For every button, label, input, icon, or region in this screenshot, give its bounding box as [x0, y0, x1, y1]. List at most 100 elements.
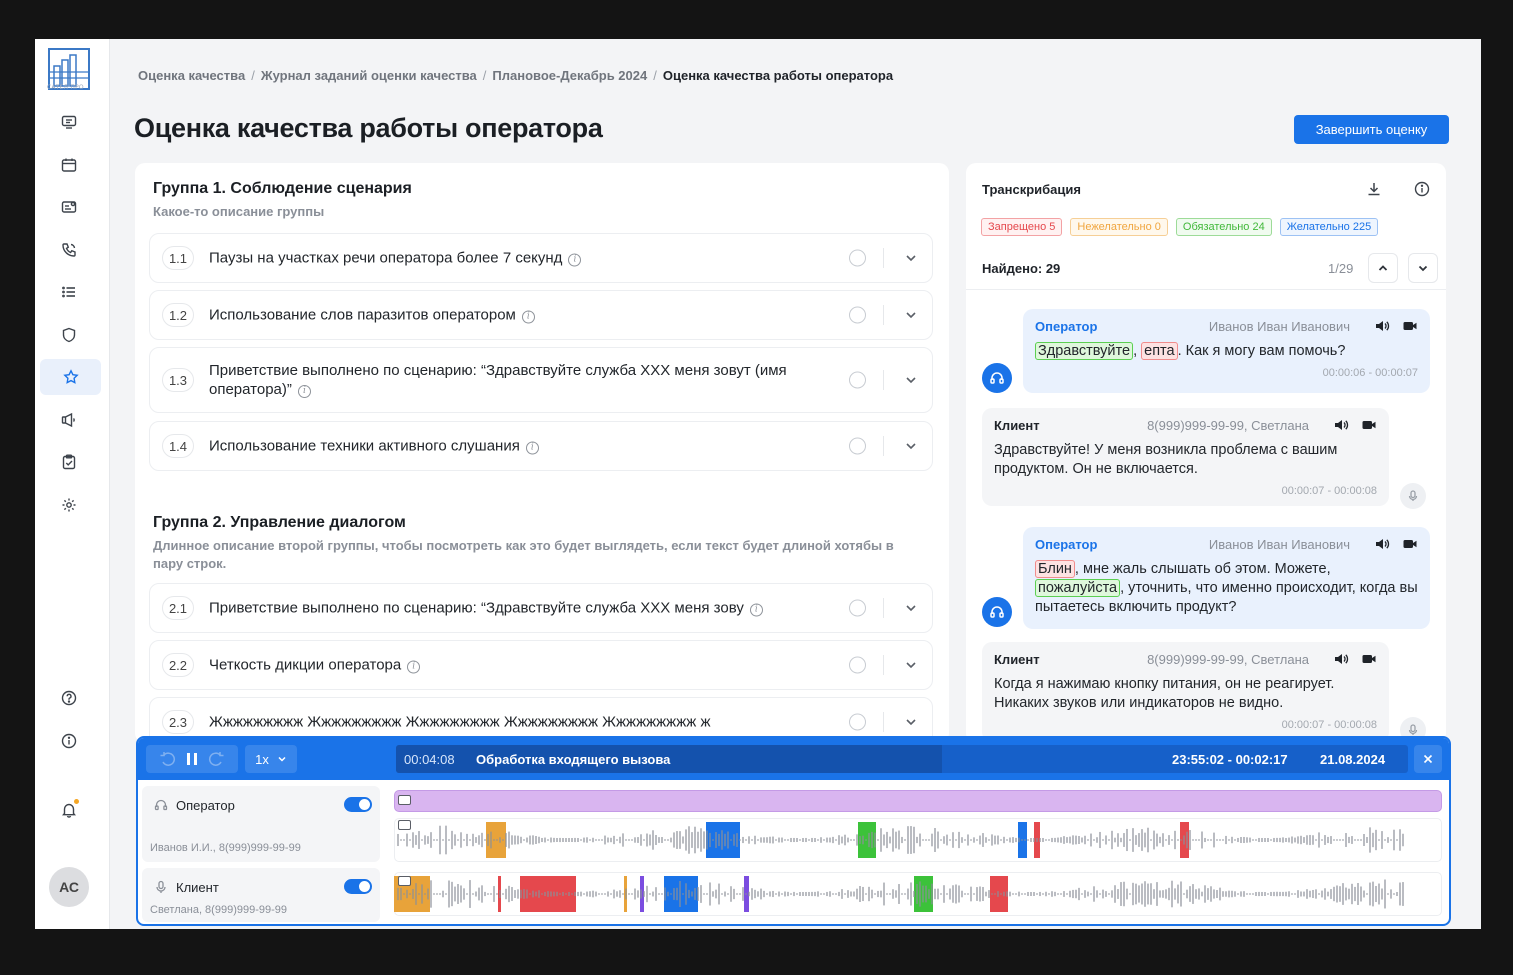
headset-icon: [990, 606, 1004, 618]
criterion-row[interactable]: 1.4 Использование техники активного слуш…: [149, 421, 933, 471]
tag-desirable[interactable]: Желательно 225: [1279, 218, 1379, 236]
criterion-number: 1.1: [162, 246, 194, 270]
info-icon[interactable]: i: [568, 253, 582, 267]
playback-timeline[interactable]: 00:04:08 Обработка входящего вызова 23:5…: [396, 745, 1408, 773]
criterion-radio[interactable]: [849, 437, 866, 455]
criterion-radio[interactable]: [849, 656, 866, 674]
criterion-text: Использование техники активного слушания…: [209, 437, 849, 456]
nav-list[interactable]: [55, 278, 83, 306]
waveform-highlight[interactable]: [858, 822, 876, 858]
message-text: Здравствуйте, епта. Как я могу вам помоч…: [1035, 342, 1418, 361]
highlight-forbidden[interactable]: епта: [1141, 342, 1178, 360]
tag-undesirable[interactable]: Нежелательно 0: [1070, 218, 1168, 236]
criterion-radio[interactable]: [849, 306, 866, 324]
nav-info[interactable]: [55, 727, 83, 755]
finish-evaluation-button[interactable]: Завершить оценку: [1294, 115, 1449, 144]
close-icon: [1423, 754, 1433, 764]
comment-chip[interactable]: [398, 795, 411, 805]
info-icon[interactable]: i: [297, 385, 311, 398]
chevron-down-icon[interactable]: [904, 658, 918, 672]
message-client: Клиент 8(999)999-99-99, Светлана Когда я…: [982, 642, 1389, 742]
divider: [966, 289, 1446, 290]
nav-calls[interactable]: [55, 236, 83, 264]
criterion-text: Использование слов паразитов оператором i: [209, 306, 849, 325]
video-icon[interactable]: [1402, 318, 1418, 334]
nav-quality[interactable]: [40, 359, 101, 395]
info-icon[interactable]: [1414, 181, 1430, 197]
pause-icon[interactable]: [186, 752, 198, 766]
notification-dot: [74, 799, 79, 804]
page-title: Оценка качества работы оператора: [134, 113, 603, 143]
close-player-button[interactable]: [1414, 745, 1442, 773]
nav-help[interactable]: [55, 684, 83, 712]
waveform-highlight[interactable]: [706, 822, 740, 858]
group-description: Какое-то описание группы: [153, 204, 325, 219]
comment-chip[interactable]: [398, 876, 411, 886]
forward-icon[interactable]: [206, 751, 226, 767]
speaker-icon[interactable]: [1374, 318, 1390, 334]
highlight-mandatory[interactable]: пожалуйста: [1035, 579, 1121, 597]
criterion-row[interactable]: 2.1 Приветствие выполнено по сценарию: “…: [149, 583, 933, 633]
nav-shield[interactable]: [55, 321, 83, 349]
criterion-row[interactable]: 1.3 Приветствие выполнено по сценарию: “…: [149, 347, 933, 413]
star-icon: [62, 369, 79, 384]
nav-calendar[interactable]: [55, 151, 83, 179]
speed-select[interactable]: 1x: [245, 745, 297, 773]
nav-monitor[interactable]: [55, 108, 83, 136]
operator-waveform[interactable]: [394, 820, 1442, 860]
lane-toggle[interactable]: [344, 879, 372, 894]
nav-tasks[interactable]: [55, 448, 83, 476]
video-icon[interactable]: [1361, 651, 1377, 667]
highlight-mandatory[interactable]: Здравствуйте: [1035, 342, 1134, 360]
criterion-row[interactable]: 1.2 Использование слов паразитов операто…: [149, 290, 933, 340]
chevron-down-icon[interactable]: [904, 373, 918, 387]
criterion-radio[interactable]: [849, 371, 866, 389]
info-icon[interactable]: i: [749, 603, 763, 617]
comment-chip[interactable]: [398, 820, 411, 830]
nav-cards[interactable]: [55, 193, 83, 221]
monitor-icon: [61, 115, 77, 129]
waveform-highlight[interactable]: [664, 876, 698, 912]
info-icon[interactable]: i: [525, 441, 539, 455]
criterion-radio[interactable]: [849, 249, 866, 267]
nav-settings[interactable]: [55, 491, 83, 519]
chevron-down-icon[interactable]: [904, 715, 918, 729]
info-icon: [61, 733, 77, 749]
waveform-highlight[interactable]: [990, 876, 1008, 912]
criterion-radio[interactable]: [849, 713, 866, 731]
breadcrumb-item[interactable]: Журнал заданий оценки качества: [261, 68, 477, 83]
lane-name: Клиент: [176, 880, 219, 895]
speaker-icon[interactable]: [1333, 651, 1349, 667]
breadcrumb-item[interactable]: Плановое-Декабрь 2024: [492, 68, 647, 83]
video-icon[interactable]: [1402, 536, 1418, 552]
chevron-down-icon[interactable]: [904, 308, 918, 322]
annotation-bar[interactable]: [394, 790, 1442, 812]
rewind-icon[interactable]: [158, 751, 178, 767]
nav-campaigns[interactable]: [55, 406, 83, 434]
chevron-down-icon[interactable]: [904, 601, 918, 615]
tag-mandatory[interactable]: Обязательно 24: [1175, 218, 1272, 236]
highlight-forbidden[interactable]: Блин: [1035, 560, 1075, 578]
info-icon[interactable]: i: [407, 660, 421, 674]
prev-match-button[interactable]: [1368, 253, 1398, 283]
lane-name: Оператор: [176, 798, 235, 813]
next-match-button[interactable]: [1408, 253, 1438, 283]
chevron-down-icon[interactable]: [904, 439, 918, 453]
chevron-down-icon[interactable]: [904, 251, 918, 265]
breadcrumb-item[interactable]: Оценка качества: [138, 68, 245, 83]
criterion-row[interactable]: 2.2 Четкость дикции оператора i: [149, 640, 933, 690]
download-icon[interactable]: [1366, 181, 1382, 197]
divider: [883, 248, 884, 268]
operator-avatar: [982, 363, 1012, 393]
speaker-icon[interactable]: [1333, 417, 1349, 433]
lane-toggle[interactable]: [344, 797, 372, 812]
client-waveform[interactable]: [394, 874, 1442, 914]
video-icon[interactable]: [1361, 417, 1377, 433]
speaker-icon[interactable]: [1374, 536, 1390, 552]
tag-forbidden[interactable]: Запрещено 5: [981, 218, 1063, 236]
info-icon[interactable]: i: [521, 310, 535, 324]
criterion-row[interactable]: 1.1 Паузы на участках речи оператора бол…: [149, 233, 933, 283]
criterion-radio[interactable]: [849, 599, 866, 617]
nav-notifications[interactable]: [55, 796, 83, 824]
user-avatar[interactable]: АС: [49, 867, 89, 907]
